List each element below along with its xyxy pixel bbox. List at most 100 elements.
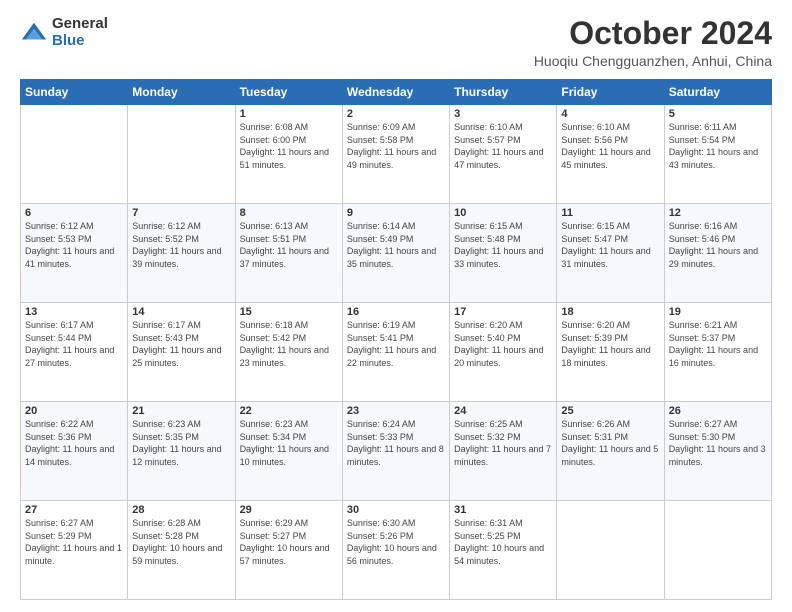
day-number: 25: [561, 405, 659, 417]
calendar-cell: 25Sunrise: 6:26 AMSunset: 5:31 PMDayligh…: [557, 402, 664, 501]
sunset-text: Sunset: 5:37 PM: [669, 332, 767, 345]
day-info: Sunrise: 6:12 AMSunset: 5:53 PMDaylight:…: [25, 220, 123, 270]
day-number: 29: [240, 504, 338, 516]
sunset-text: Sunset: 5:48 PM: [454, 233, 552, 246]
sunrise-text: Sunrise: 6:10 AM: [561, 121, 659, 134]
day-info: Sunrise: 6:15 AMSunset: 5:48 PMDaylight:…: [454, 220, 552, 270]
daylight-text: Daylight: 11 hours and 37 minutes.: [240, 245, 338, 270]
day-info: Sunrise: 6:25 AMSunset: 5:32 PMDaylight:…: [454, 418, 552, 468]
day-info: Sunrise: 6:16 AMSunset: 5:46 PMDaylight:…: [669, 220, 767, 270]
calendar-cell: 6Sunrise: 6:12 AMSunset: 5:53 PMDaylight…: [21, 204, 128, 303]
header: General Blue October 2024 Huoqiu Chenggu…: [20, 16, 772, 69]
sunset-text: Sunset: 6:00 PM: [240, 134, 338, 147]
daylight-text: Daylight: 11 hours and 14 minutes.: [25, 443, 123, 468]
daylight-text: Daylight: 11 hours and 20 minutes.: [454, 344, 552, 369]
sunrise-text: Sunrise: 6:21 AM: [669, 319, 767, 332]
day-info: Sunrise: 6:12 AMSunset: 5:52 PMDaylight:…: [132, 220, 230, 270]
sunset-text: Sunset: 5:52 PM: [132, 233, 230, 246]
day-info: Sunrise: 6:30 AMSunset: 5:26 PMDaylight:…: [347, 517, 445, 567]
calendar-cell: [128, 105, 235, 204]
day-number: 26: [669, 405, 767, 417]
daylight-text: Daylight: 11 hours and 3 minutes.: [669, 443, 767, 468]
calendar-cell: 22Sunrise: 6:23 AMSunset: 5:34 PMDayligh…: [235, 402, 342, 501]
calendar-cell: 1Sunrise: 6:08 AMSunset: 6:00 PMDaylight…: [235, 105, 342, 204]
calendar-cell: 3Sunrise: 6:10 AMSunset: 5:57 PMDaylight…: [450, 105, 557, 204]
sunrise-text: Sunrise: 6:19 AM: [347, 319, 445, 332]
day-info: Sunrise: 6:17 AMSunset: 5:44 PMDaylight:…: [25, 319, 123, 369]
sunset-text: Sunset: 5:28 PM: [132, 530, 230, 543]
sunset-text: Sunset: 5:30 PM: [669, 431, 767, 444]
calendar-cell: 31Sunrise: 6:31 AMSunset: 5:25 PMDayligh…: [450, 501, 557, 600]
day-number: 12: [669, 207, 767, 219]
daylight-text: Daylight: 11 hours and 51 minutes.: [240, 146, 338, 171]
calendar-cell: 23Sunrise: 6:24 AMSunset: 5:33 PMDayligh…: [342, 402, 449, 501]
day-number: 30: [347, 504, 445, 516]
daylight-text: Daylight: 11 hours and 39 minutes.: [132, 245, 230, 270]
day-info: Sunrise: 6:26 AMSunset: 5:31 PMDaylight:…: [561, 418, 659, 468]
column-header-monday: Monday: [128, 80, 235, 105]
daylight-text: Daylight: 11 hours and 45 minutes.: [561, 146, 659, 171]
day-info: Sunrise: 6:21 AMSunset: 5:37 PMDaylight:…: [669, 319, 767, 369]
sunrise-text: Sunrise: 6:20 AM: [454, 319, 552, 332]
calendar-cell: 16Sunrise: 6:19 AMSunset: 5:41 PMDayligh…: [342, 303, 449, 402]
sunrise-text: Sunrise: 6:23 AM: [132, 418, 230, 431]
calendar-cell: 9Sunrise: 6:14 AMSunset: 5:49 PMDaylight…: [342, 204, 449, 303]
calendar-cell: [21, 105, 128, 204]
daylight-text: Daylight: 11 hours and 10 minutes.: [240, 443, 338, 468]
calendar-cell: 30Sunrise: 6:30 AMSunset: 5:26 PMDayligh…: [342, 501, 449, 600]
sunset-text: Sunset: 5:57 PM: [454, 134, 552, 147]
page: General Blue October 2024 Huoqiu Chenggu…: [0, 0, 792, 612]
day-number: 7: [132, 207, 230, 219]
day-info: Sunrise: 6:24 AMSunset: 5:33 PMDaylight:…: [347, 418, 445, 468]
daylight-text: Daylight: 11 hours and 5 minutes.: [561, 443, 659, 468]
day-number: 6: [25, 207, 123, 219]
day-info: Sunrise: 6:31 AMSunset: 5:25 PMDaylight:…: [454, 517, 552, 567]
day-info: Sunrise: 6:29 AMSunset: 5:27 PMDaylight:…: [240, 517, 338, 567]
calendar-table: SundayMondayTuesdayWednesdayThursdayFrid…: [20, 79, 772, 600]
calendar-cell: 29Sunrise: 6:29 AMSunset: 5:27 PMDayligh…: [235, 501, 342, 600]
sunrise-text: Sunrise: 6:29 AM: [240, 517, 338, 530]
sunrise-text: Sunrise: 6:11 AM: [669, 121, 767, 134]
sunrise-text: Sunrise: 6:23 AM: [240, 418, 338, 431]
calendar-week-2: 6Sunrise: 6:12 AMSunset: 5:53 PMDaylight…: [21, 204, 772, 303]
day-number: 3: [454, 108, 552, 120]
sunset-text: Sunset: 5:31 PM: [561, 431, 659, 444]
calendar-cell: 27Sunrise: 6:27 AMSunset: 5:29 PMDayligh…: [21, 501, 128, 600]
sunset-text: Sunset: 5:34 PM: [240, 431, 338, 444]
day-number: 16: [347, 306, 445, 318]
sunset-text: Sunset: 5:51 PM: [240, 233, 338, 246]
day-info: Sunrise: 6:23 AMSunset: 5:34 PMDaylight:…: [240, 418, 338, 468]
calendar-week-1: 1Sunrise: 6:08 AMSunset: 6:00 PMDaylight…: [21, 105, 772, 204]
logo-text: General Blue: [52, 16, 108, 49]
sunset-text: Sunset: 5:53 PM: [25, 233, 123, 246]
daylight-text: Daylight: 10 hours and 59 minutes.: [132, 542, 230, 567]
day-number: 11: [561, 207, 659, 219]
sunrise-text: Sunrise: 6:27 AM: [669, 418, 767, 431]
day-number: 10: [454, 207, 552, 219]
daylight-text: Daylight: 11 hours and 27 minutes.: [25, 344, 123, 369]
calendar-cell: 19Sunrise: 6:21 AMSunset: 5:37 PMDayligh…: [664, 303, 771, 402]
day-info: Sunrise: 6:08 AMSunset: 6:00 PMDaylight:…: [240, 121, 338, 171]
calendar-cell: [557, 501, 664, 600]
sunrise-text: Sunrise: 6:15 AM: [454, 220, 552, 233]
calendar-week-3: 13Sunrise: 6:17 AMSunset: 5:44 PMDayligh…: [21, 303, 772, 402]
daylight-text: Daylight: 11 hours and 16 minutes.: [669, 344, 767, 369]
sunset-text: Sunset: 5:40 PM: [454, 332, 552, 345]
day-info: Sunrise: 6:20 AMSunset: 5:39 PMDaylight:…: [561, 319, 659, 369]
day-number: 9: [347, 207, 445, 219]
calendar-cell: 12Sunrise: 6:16 AMSunset: 5:46 PMDayligh…: [664, 204, 771, 303]
sunrise-text: Sunrise: 6:26 AM: [561, 418, 659, 431]
sunrise-text: Sunrise: 6:18 AM: [240, 319, 338, 332]
calendar-cell: 15Sunrise: 6:18 AMSunset: 5:42 PMDayligh…: [235, 303, 342, 402]
daylight-text: Daylight: 10 hours and 56 minutes.: [347, 542, 445, 567]
sunrise-text: Sunrise: 6:30 AM: [347, 517, 445, 530]
calendar-cell: 13Sunrise: 6:17 AMSunset: 5:44 PMDayligh…: [21, 303, 128, 402]
sunrise-text: Sunrise: 6:22 AM: [25, 418, 123, 431]
calendar-cell: 10Sunrise: 6:15 AMSunset: 5:48 PMDayligh…: [450, 204, 557, 303]
day-number: 1: [240, 108, 338, 120]
sunset-text: Sunset: 5:54 PM: [669, 134, 767, 147]
day-number: 8: [240, 207, 338, 219]
sunset-text: Sunset: 5:49 PM: [347, 233, 445, 246]
sunrise-text: Sunrise: 6:25 AM: [454, 418, 552, 431]
calendar-cell: 8Sunrise: 6:13 AMSunset: 5:51 PMDaylight…: [235, 204, 342, 303]
